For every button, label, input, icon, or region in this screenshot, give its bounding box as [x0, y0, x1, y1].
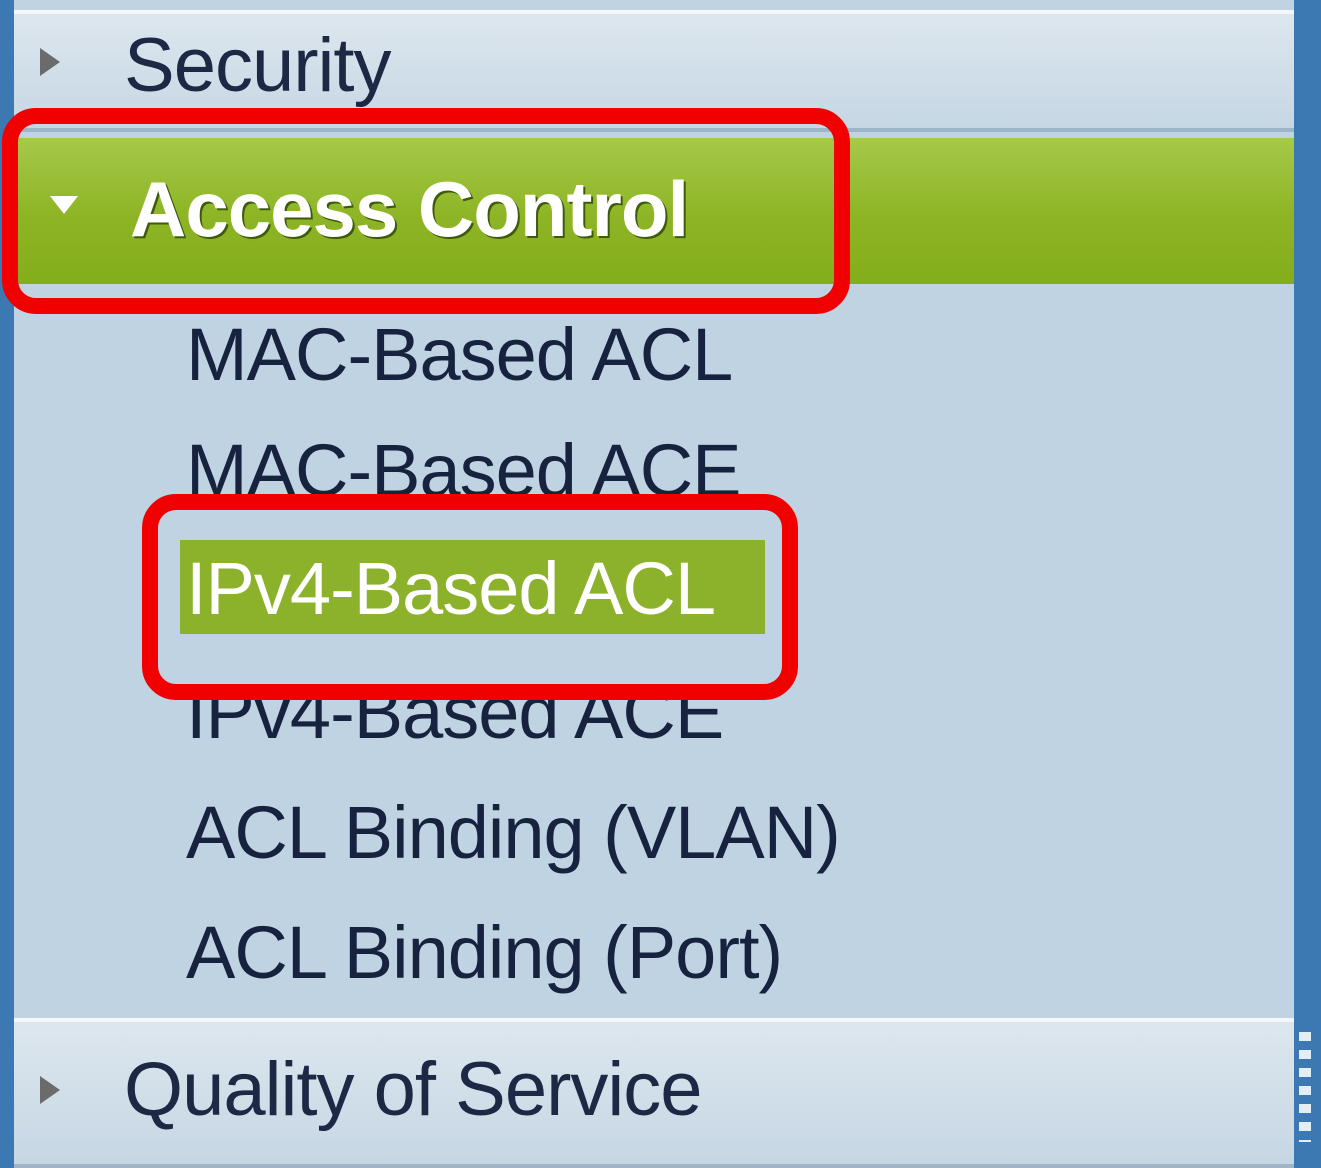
resize-grip-icon[interactable]	[1299, 1032, 1311, 1142]
expand-arrow-icon[interactable]	[40, 48, 60, 76]
right-frame-border	[1294, 0, 1321, 1168]
nav-item-mac-based-ace[interactable]: MAC-Based ACE	[186, 428, 742, 513]
nav-item-acl-binding-port[interactable]: ACL Binding (Port)	[186, 910, 783, 995]
section-access-control-label[interactable]: Access Control	[130, 164, 689, 255]
section-divider	[14, 128, 1294, 132]
nav-item-ipv4-based-ace[interactable]: IPv4-Based ACE	[186, 670, 724, 755]
section-qos-label[interactable]: Quality of Service	[124, 1046, 703, 1133]
collapse-arrow-icon[interactable]	[50, 196, 78, 214]
nav-item-acl-binding-vlan[interactable]: ACL Binding (VLAN)	[186, 790, 841, 875]
section-security-label[interactable]: Security	[124, 22, 392, 109]
nav-item-mac-based-acl[interactable]: MAC-Based ACL	[186, 312, 733, 397]
nav-item-ipv4-based-acl[interactable]: IPv4-Based ACL	[186, 546, 716, 631]
navigation-tree: Security Access Control MAC-Based ACL MA…	[0, 0, 1321, 1168]
expand-arrow-icon[interactable]	[40, 1076, 60, 1104]
section-divider	[14, 1164, 1294, 1168]
left-frame-border	[0, 0, 14, 1168]
